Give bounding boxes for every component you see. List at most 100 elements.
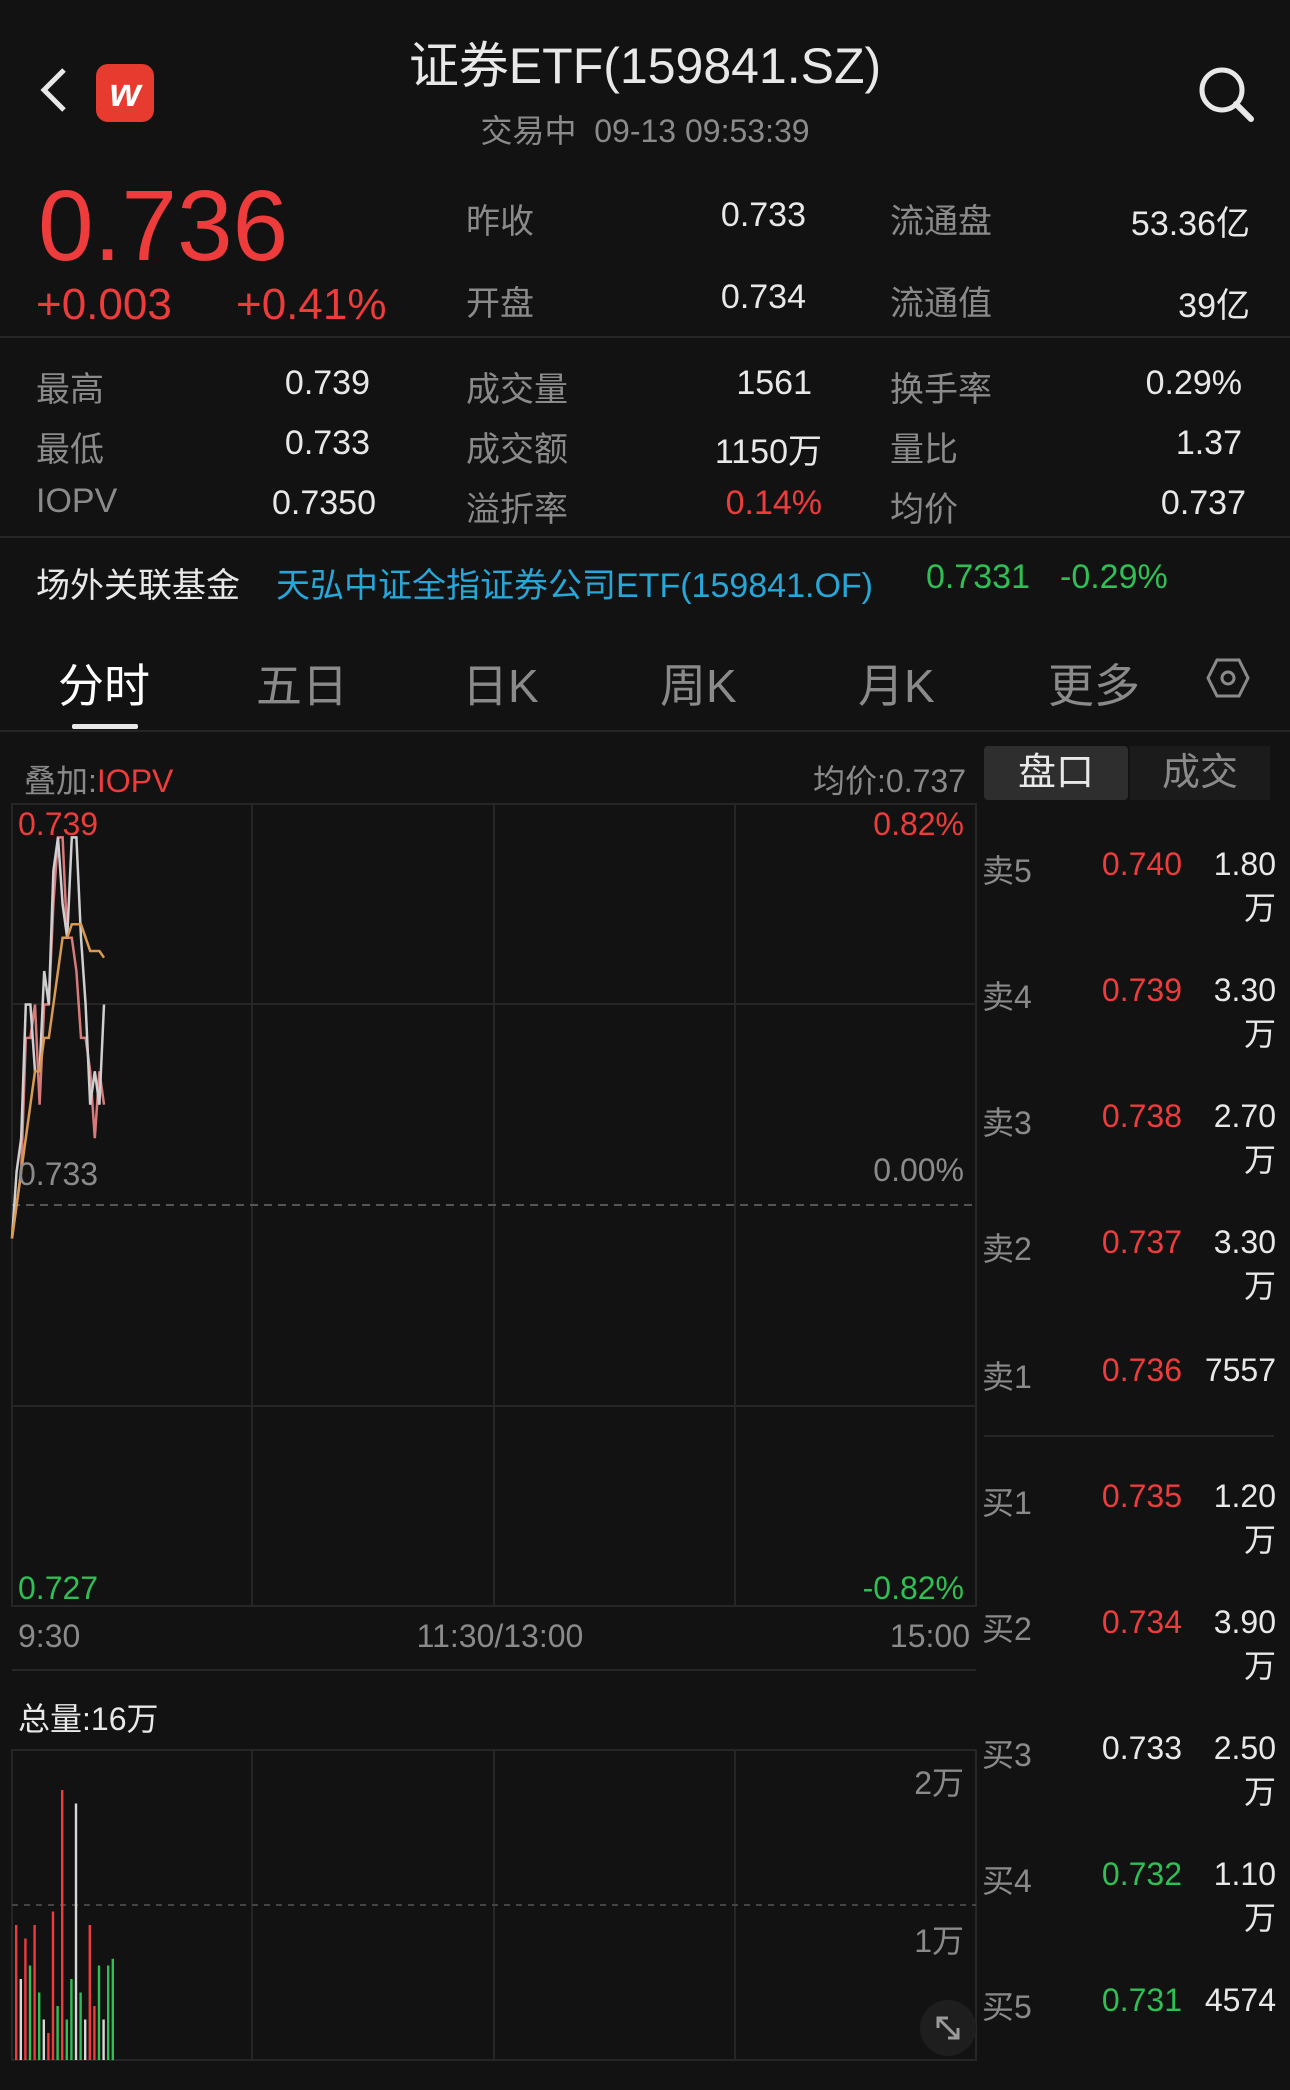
last-price: 0.736 <box>38 170 289 282</box>
tab-daily-k[interactable]: 日K <box>462 650 539 716</box>
volume-total: 总量:16万 <box>18 1701 159 1737</box>
tab-indicator <box>72 724 138 729</box>
ask-level-price: 0.740 <box>1101 846 1182 882</box>
open-value: 0.734 <box>720 278 806 316</box>
bid-level-label: 买4 <box>982 1863 1032 1899</box>
expand-icon[interactable] <box>920 2000 976 2056</box>
volume-bar <box>88 1925 91 2060</box>
volume-bar <box>65 2019 68 2060</box>
pct-axis-top-label: 0.82% <box>873 806 964 842</box>
volume-bar <box>84 2019 87 2060</box>
ask-level-label: 卖3 <box>982 1105 1032 1141</box>
volume-bar <box>93 2006 96 2060</box>
volume-bar <box>38 1992 41 2060</box>
volume-ratio-label: 量比 <box>890 431 958 469</box>
bid-level-price: 0.735 <box>1101 1478 1182 1514</box>
ask-level-price: 0.736 <box>1101 1352 1182 1388</box>
turnover-rate-value: 0.29% <box>1145 364 1242 402</box>
bid-level-label: 买5 <box>982 1989 1032 2025</box>
pct-axis-mid-label: 0.00% <box>873 1152 964 1188</box>
settings-icon[interactable] <box>1206 656 1250 705</box>
bid-level-volume: 1.20万 <box>1213 1478 1276 1558</box>
tab-monthly-k[interactable]: 月K <box>858 650 935 716</box>
related-fund-label: 场外关联基金 <box>36 567 240 605</box>
vol-tick-low: 1万 <box>914 1923 964 1959</box>
bid-level-price: 0.732 <box>1101 1856 1182 1892</box>
ask-level-volume: 1.80万 <box>1213 846 1276 926</box>
float-shares-value: 53.36亿 <box>1130 205 1250 243</box>
ask-level-price: 0.739 <box>1101 972 1182 1008</box>
bid-level-label: 买1 <box>982 1485 1032 1521</box>
search-icon[interactable] <box>1196 64 1256 124</box>
volume-label: 成交量 <box>466 371 568 409</box>
ask-level-volume: 7557 <box>1204 1352 1276 1388</box>
ask-level-label: 卖1 <box>982 1359 1032 1395</box>
related-fund-link[interactable]: 天弘中证全指证券公司ETF(159841.OF) <box>276 558 873 607</box>
volume-ratio-value: 1.37 <box>1175 424 1242 462</box>
float-value-value: 39亿 <box>1178 287 1250 325</box>
volume-bar <box>79 1992 82 2060</box>
float-shares-label: 流通盘 <box>890 203 992 241</box>
ask-level-price: 0.738 <box>1101 1098 1182 1134</box>
tab-orderbook[interactable]: 盘口 <box>984 746 1128 800</box>
y-axis-mid-label: 0.733 <box>18 1156 99 1192</box>
ask-level-label: 卖4 <box>982 979 1032 1015</box>
time-start-label: 9:30 <box>18 1618 81 1654</box>
time-end-label: 15:00 <box>889 1618 970 1654</box>
volume-bar <box>33 1925 36 2060</box>
avg-price-label: 均价 <box>890 491 958 529</box>
volume-bar <box>15 1925 18 2060</box>
price-change-pct: +0.41% <box>236 280 387 329</box>
intraday-chart[interactable] <box>0 790 980 2090</box>
tab-trades[interactable]: 成交 <box>1130 746 1270 800</box>
tab-intraday[interactable]: 分时 <box>58 650 150 716</box>
status-text: 交易中 <box>480 113 577 149</box>
bid-level-volume: 1.10万 <box>1213 1856 1276 1936</box>
volume-bar <box>97 1965 101 2060</box>
page-title: 证券ETF(159841.SZ) <box>408 38 882 94</box>
tab-more[interactable]: 更多 <box>1048 650 1140 716</box>
tab-weekly-k[interactable]: 周K <box>660 650 737 716</box>
low-label: 最低 <box>36 431 104 469</box>
prev-close-value: 0.733 <box>720 196 806 234</box>
volume-bar <box>56 2006 59 2060</box>
tab-five-day[interactable]: 五日 <box>256 650 348 716</box>
pct-axis-bottom-label: -0.82% <box>862 1570 964 1606</box>
bid-level-price: 0.731 <box>1101 1982 1182 2018</box>
y-axis-top-label: 0.739 <box>18 806 99 842</box>
volume-bar <box>102 2019 105 2060</box>
volume-bar <box>47 2033 50 2060</box>
price-change: +0.003 <box>36 280 172 329</box>
vol-tick-high: 2万 <box>914 1765 964 1801</box>
volume-bar <box>42 2019 45 2060</box>
volume-bar <box>19 1979 22 2060</box>
low-value: 0.733 <box>284 424 370 462</box>
trading-status: 交易中 09-13 09:53:39 <box>0 106 1290 152</box>
volume-bar <box>107 1965 110 2060</box>
time-mid-label: 11:30/13:00 <box>416 1618 584 1654</box>
bid-level-price: 0.734 <box>1101 1604 1182 1640</box>
bid-level-label: 买2 <box>982 1611 1032 1647</box>
volume-bar <box>74 1803 78 2060</box>
bid-level-label: 买3 <box>982 1737 1032 1773</box>
prev-close-label: 昨收 <box>466 203 534 241</box>
bid-level-volume: 4574 <box>1204 1982 1276 2018</box>
avg-price-value: 0.737 <box>1160 484 1246 522</box>
volume-value: 1561 <box>736 364 812 402</box>
float-value-label: 流通值 <box>890 285 992 323</box>
high-label: 最高 <box>36 371 104 409</box>
open-label: 开盘 <box>466 285 534 323</box>
premium-rate-value: 0.14% <box>725 484 822 522</box>
ask-level-volume: 3.30万 <box>1213 972 1276 1052</box>
volume-bars <box>15 1790 114 2061</box>
related-fund-price: 0.7331 <box>926 558 1030 596</box>
ask-level-label: 卖5 <box>982 853 1032 889</box>
iopv-label: IOPV <box>36 482 118 520</box>
amount-value: 1150万 <box>714 433 822 471</box>
volume-bar <box>28 1965 32 2060</box>
ask-level-label: 卖2 <box>982 1231 1032 1267</box>
volume-bar <box>111 1958 114 2061</box>
related-fund-change: -0.29% <box>1060 558 1168 596</box>
ask-level-volume: 2.70万 <box>1213 1098 1276 1178</box>
volume-bar <box>51 1911 55 2060</box>
